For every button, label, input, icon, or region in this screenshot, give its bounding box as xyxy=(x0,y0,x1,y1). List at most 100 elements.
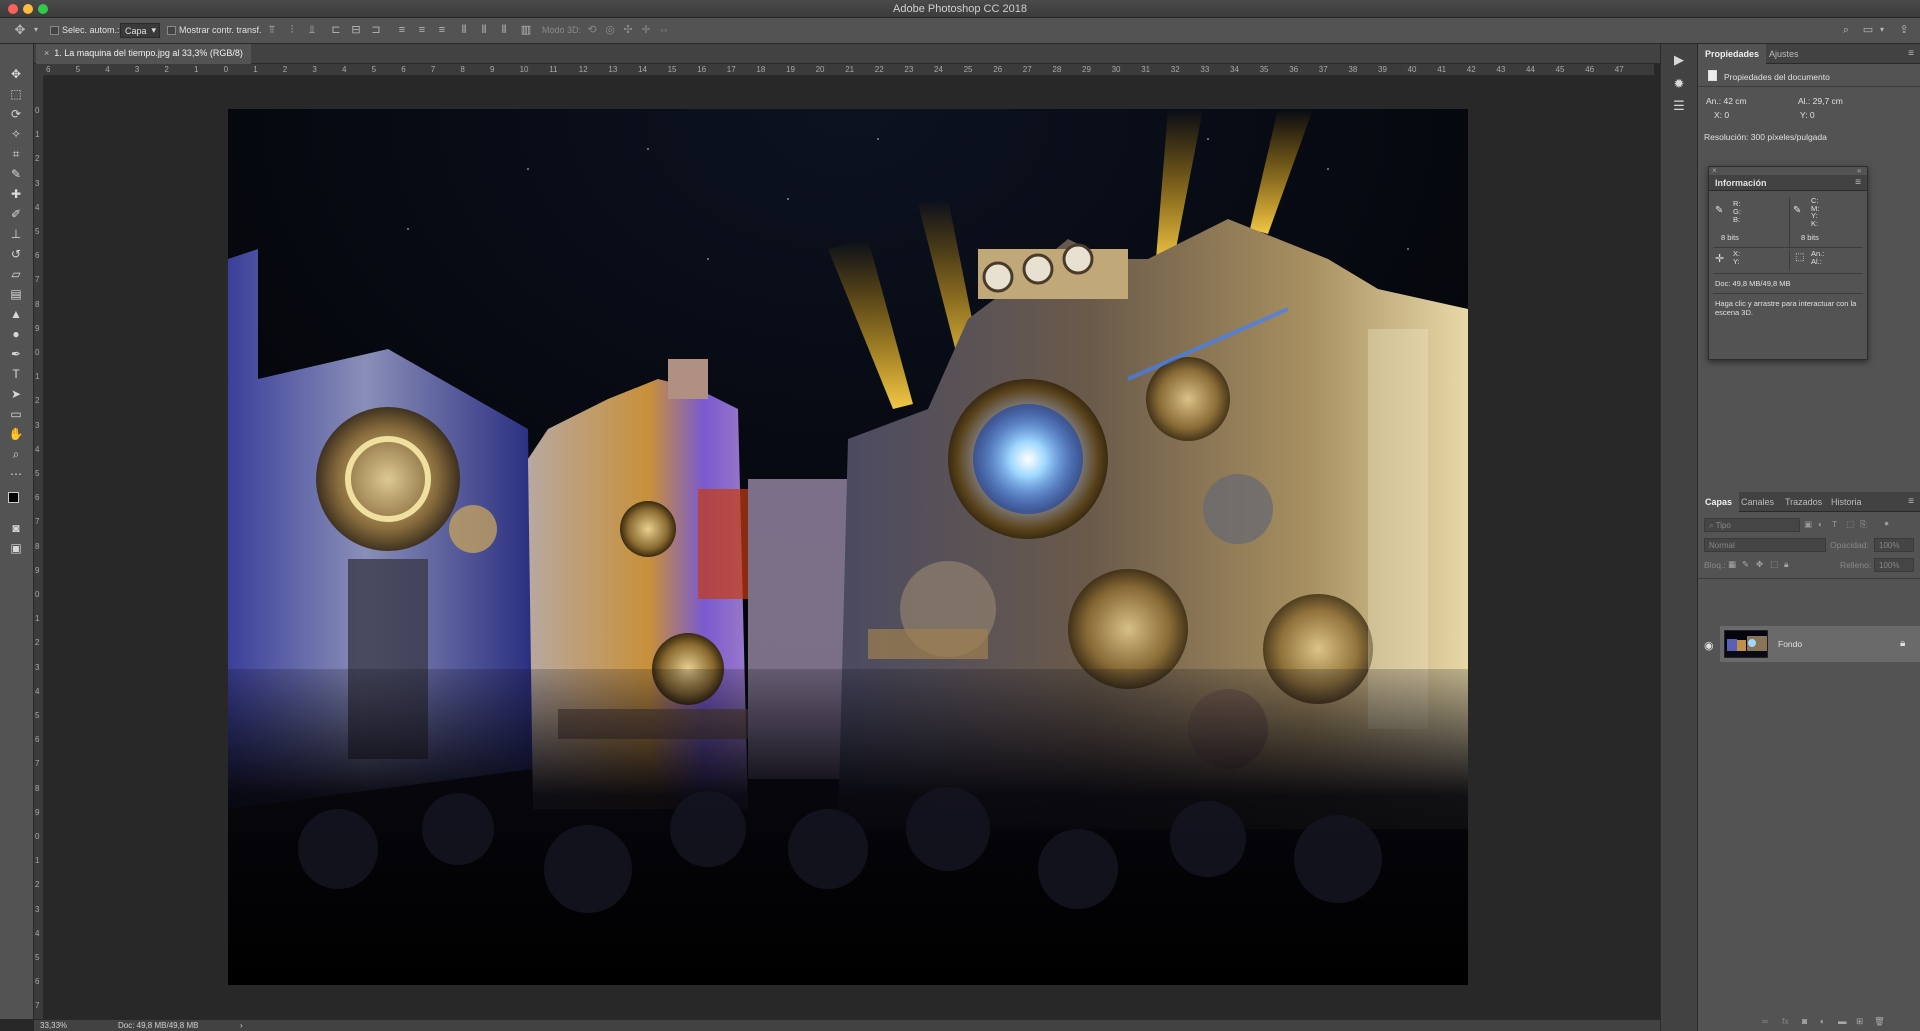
auto-select-dropdown[interactable]: Capa ▾ xyxy=(120,23,160,38)
zoom-tool-icon[interactable]: ⌕ xyxy=(8,446,24,462)
chevron-right-icon[interactable]: › xyxy=(240,1021,243,1030)
lock-artboard-icon[interactable]: ⬚ xyxy=(1770,559,1778,570)
info-panel-menu-icon[interactable]: ≡ xyxy=(1855,177,1861,188)
more-tools-icon[interactable]: ⋯ xyxy=(8,466,24,482)
auto-align-icon[interactable]: ▥ xyxy=(520,24,532,36)
close-panel-icon[interactable]: × xyxy=(1712,166,1717,175)
align-vertical-center-icon[interactable]: ⫶ xyxy=(286,24,298,36)
filter-toggle-icon[interactable]: ● xyxy=(1884,518,1889,528)
orbit-3d-icon[interactable]: ⟲ xyxy=(586,24,598,36)
new-group-icon[interactable]: ▬ xyxy=(1838,1016,1847,1026)
delete-layer-icon[interactable]: 🗑︎ xyxy=(1874,1016,1885,1027)
tab-adjustments[interactable]: Ajustes xyxy=(1762,44,1806,64)
layer-name[interactable]: Fondo xyxy=(1778,639,1802,649)
layers-panel-menu-icon[interactable]: ≡ xyxy=(1908,496,1914,507)
crop-tool-icon[interactable]: ⌗ xyxy=(8,146,24,162)
rectangle-tool-icon[interactable]: ▭ xyxy=(8,406,24,422)
new-layer-icon[interactable]: ⊞ xyxy=(1856,1016,1863,1027)
move-tool-preset-icon[interactable]: ✥ xyxy=(14,23,26,36)
brush-tool-icon[interactable]: ✐ xyxy=(8,206,24,222)
collapse-panel-icon[interactable]: « xyxy=(1857,166,1861,175)
healing-brush-tool-icon[interactable]: ✚ xyxy=(8,186,24,202)
align-horizontal-center-icon[interactable]: ⊟ xyxy=(350,24,362,36)
distribute-left-icon[interactable]: ⦀ xyxy=(458,24,470,36)
chevron-down-icon[interactable]: ▾ xyxy=(30,24,42,36)
marquee-tool-icon[interactable]: ⬚ xyxy=(8,86,24,102)
add-mask-icon[interactable]: ◙ xyxy=(1802,1016,1807,1026)
distribute-top-icon[interactable]: ≡ xyxy=(396,24,408,36)
workspace-chevron-icon[interactable]: ▾ xyxy=(1876,24,1888,36)
lock-position-icon[interactable]: ✥ xyxy=(1756,559,1763,570)
doc-y[interactable]: Y: 0 xyxy=(1800,110,1815,120)
tab-properties[interactable]: Propiedades xyxy=(1698,44,1767,64)
pen-tool-icon[interactable]: ✒ xyxy=(8,346,24,362)
roll-3d-icon[interactable]: ◎ xyxy=(604,24,616,36)
filter-pixel-icon[interactable]: ▣ xyxy=(1804,519,1812,530)
fill-field[interactable]: 100% xyxy=(1874,558,1914,572)
doc-x[interactable]: X: 0 xyxy=(1714,110,1729,120)
layer-filter-select[interactable]: ⌕ Tipo xyxy=(1704,518,1800,532)
hand-tool-icon[interactable]: ✋ xyxy=(8,426,24,442)
zoom-level[interactable]: 33,33% xyxy=(40,1021,67,1030)
distribute-bottom-icon[interactable]: ≡ xyxy=(436,24,448,36)
tab-paths[interactable]: Trazados xyxy=(1778,492,1829,512)
lock-transparent-icon[interactable]: ▦ xyxy=(1728,559,1736,570)
quick-mask-icon[interactable]: ◙ xyxy=(8,520,24,536)
align-right-icon[interactable]: ⊐ xyxy=(370,24,382,36)
align-bottom-icon[interactable]: ⫫ xyxy=(306,24,318,36)
clone-stamp-tool-icon[interactable]: ⊥ xyxy=(8,226,24,242)
blend-mode-select[interactable]: Normal xyxy=(1704,538,1826,552)
layer-row-background[interactable]: Fondo 🔒︎ xyxy=(1720,626,1920,662)
tab-layers[interactable]: Capas xyxy=(1698,492,1740,512)
magic-wand-tool-icon[interactable]: ✧ xyxy=(8,126,24,142)
workspace-icon[interactable]: ▭ xyxy=(1862,24,1874,36)
eraser-tool-icon[interactable]: ▱ xyxy=(8,266,24,282)
type-tool-icon[interactable]: T xyxy=(8,366,24,382)
dodge-tool-icon[interactable]: ● xyxy=(8,326,24,342)
eyedropper-tool-icon[interactable]: ✎ xyxy=(8,166,24,182)
horizontal-ruler[interactable]: 6 5 4 3 2 1 0 1 2 3 4 5 6 7 8 9 10 11 12 13 14 15 16 17 18 19 20 21… xyxy=(44,64,1654,76)
tab-channels[interactable]: Canales xyxy=(1734,492,1781,512)
lock-all-icon[interactable]: 🔒︎ xyxy=(1784,559,1789,570)
show-transform-checkbox[interactable] xyxy=(167,26,176,35)
align-left-icon[interactable]: ⊏ xyxy=(330,24,342,36)
document-tab[interactable]: × 1. La maquina del tiempo.jpg al 33,3% (… xyxy=(36,44,251,64)
pan-3d-icon[interactable]: ✣ xyxy=(622,24,634,36)
auto-select-checkbox[interactable] xyxy=(50,26,59,35)
settings-gear-icon[interactable]: ✹ xyxy=(1671,76,1687,92)
layer-style-icon[interactable]: fx xyxy=(1782,1016,1789,1026)
document-canvas-image[interactable] xyxy=(228,109,1468,985)
history-brush-tool-icon[interactable]: ↺ xyxy=(8,246,24,262)
search-icon[interactable]: ⌕ xyxy=(1840,24,1852,36)
move-tool-icon[interactable]: ✥ xyxy=(8,66,24,82)
distribute-vcenter-icon[interactable]: ≡ xyxy=(416,24,428,36)
info-panel-header[interactable]: Información ≡ xyxy=(1709,175,1867,191)
slide-3d-icon[interactable]: ✛ xyxy=(640,24,652,36)
foreground-color-swatch[interactable] xyxy=(8,492,19,503)
play-action-icon[interactable]: ▶ xyxy=(1671,52,1687,68)
gradient-tool-icon[interactable]: ▤ xyxy=(8,286,24,302)
doc-height[interactable]: Al.: 29,7 cm xyxy=(1798,96,1843,106)
lasso-tool-icon[interactable]: ⟳ xyxy=(8,106,24,122)
vertical-ruler[interactable]: 0 1 2 3 4 5 6 7 8 9 0 1 2 3 4 5 6 7 8 9 0 1 2 3 4 5 6 7 8 9 0 1 2 3 4 5 6 7 xyxy=(34,76,44,1019)
filter-type-icon[interactable]: T xyxy=(1832,519,1837,529)
align-top-icon[interactable]: ⫪ xyxy=(266,24,278,36)
canvas-area[interactable] xyxy=(44,76,1654,1019)
blur-tool-icon[interactable]: ▲ xyxy=(8,306,24,322)
adjustment-layer-icon[interactable]: ◐ xyxy=(1820,1016,1825,1026)
eye-visibility-icon[interactable]: ◉ xyxy=(1704,639,1714,652)
ruler-origin[interactable] xyxy=(34,64,44,76)
distribute-hcenter-icon[interactable]: ⦀ xyxy=(478,24,490,36)
distribute-right-icon[interactable]: ⦀ xyxy=(498,24,510,36)
screen-mode-icon[interactable]: ▣ xyxy=(8,540,24,556)
filter-shape-icon[interactable]: ⬚ xyxy=(1846,519,1854,530)
filter-adjustment-icon[interactable]: ◐ xyxy=(1818,519,1823,529)
lock-image-icon[interactable]: ✎ xyxy=(1742,559,1749,570)
path-selection-tool-icon[interactable]: ➤ xyxy=(8,386,24,402)
scale-3d-icon[interactable]: ⇔ xyxy=(658,24,670,36)
doc-width[interactable]: An.: 42 cm xyxy=(1706,96,1747,106)
panel-menu-icon[interactable]: ≡ xyxy=(1908,48,1914,59)
share-icon[interactable]: ⇪ xyxy=(1898,24,1910,36)
info-panel-icon[interactable]: ☰ xyxy=(1671,98,1687,114)
close-tab-icon[interactable]: × xyxy=(44,48,49,58)
